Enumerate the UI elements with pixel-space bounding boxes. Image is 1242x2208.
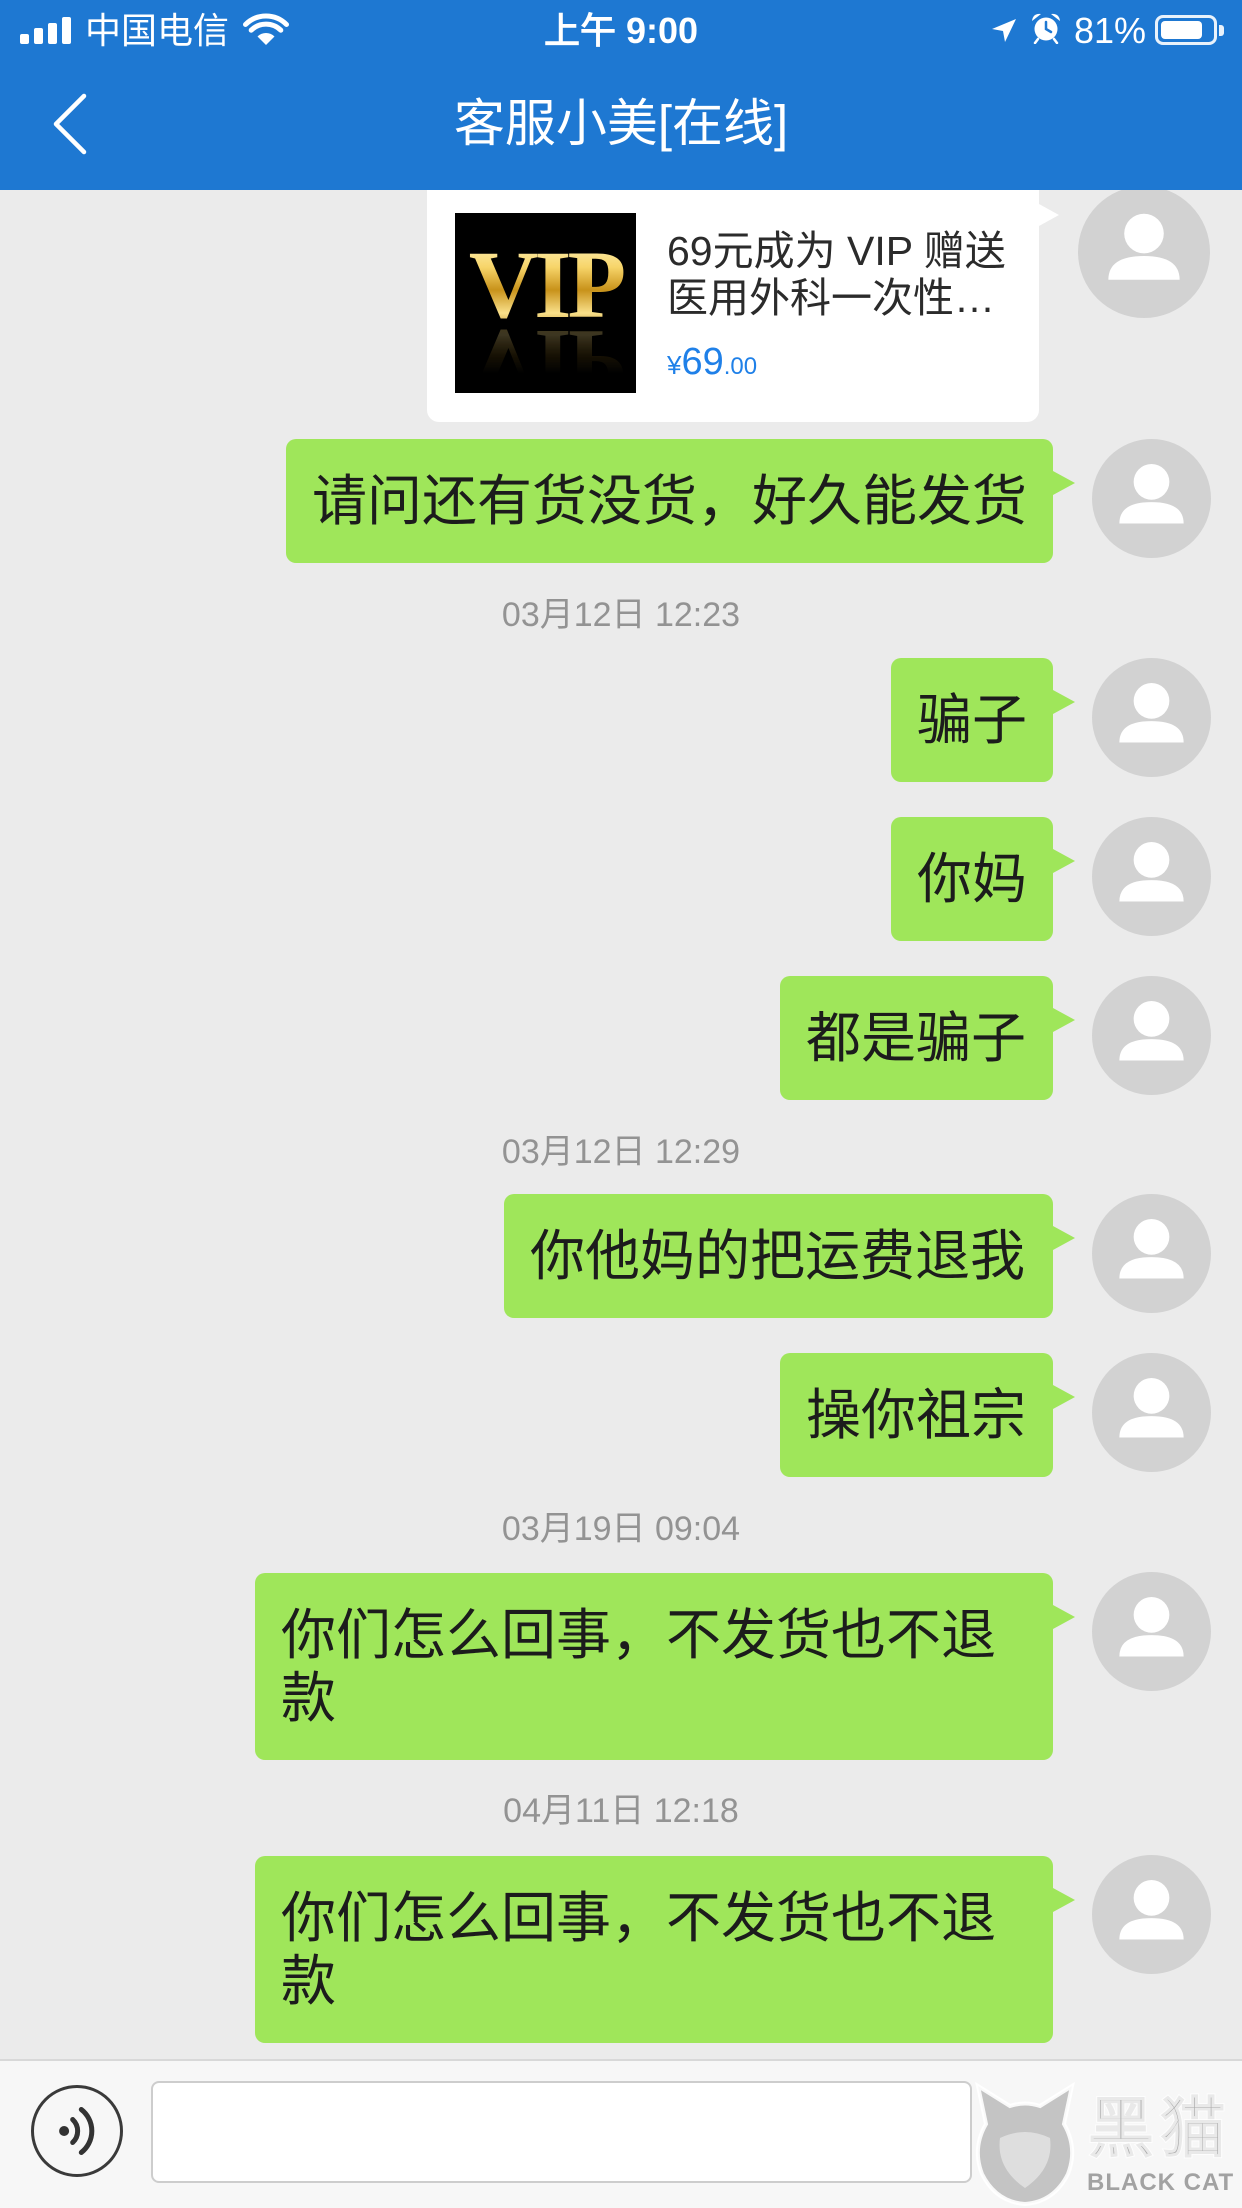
avatar[interactable] — [1092, 1855, 1211, 1974]
message-timestamp: 03月12日 12:23 — [501, 596, 741, 634]
chat-screen: 中国电信 上午 9:00 81% 客服小美[在线] VIP 69元成为 VIP … — [0, 0, 1242, 2208]
voice-button[interactable] — [31, 2085, 123, 2177]
avatar[interactable] — [1092, 1194, 1211, 1313]
person-icon — [1119, 1596, 1184, 1657]
avatar[interactable] — [1092, 1572, 1211, 1691]
message-bubble: 你妈 — [891, 817, 1075, 941]
person-icon — [1108, 213, 1180, 280]
watermark-brand-cn: 黑猫 — [1087, 2091, 1232, 2165]
voice-icon — [59, 2106, 95, 2156]
avatar[interactable] — [1078, 186, 1210, 318]
avatar[interactable] — [1092, 658, 1211, 777]
message-bubble: 骗子 — [891, 658, 1075, 782]
person-icon — [1119, 841, 1184, 902]
alarm-clock-icon — [1031, 12, 1061, 45]
person-icon — [1119, 1377, 1184, 1438]
battery-nub — [1219, 25, 1224, 36]
page-title: 客服小美[在线] — [453, 95, 789, 152]
message-bubble: 请问还有货没货，好久能发货 — [286, 439, 1075, 563]
person-icon — [1119, 682, 1184, 743]
message-bubble: 你们怎么回事，不发货也不退款 — [255, 1856, 1075, 2043]
nav-bar: 中国电信 上午 9:00 81% 客服小美[在线] — [0, 0, 1242, 190]
message-timestamp: 03月12日 12:29 — [501, 1133, 741, 1171]
price-currency: ¥ — [667, 350, 682, 380]
avatar[interactable] — [1092, 817, 1211, 936]
price-integer: 69 — [681, 341, 724, 383]
message-timestamp: 03月19日 09:04 — [501, 1510, 741, 1548]
person-icon — [1119, 1000, 1184, 1061]
price-decimal: .00 — [723, 353, 758, 380]
message-bubble: 你们怎么回事，不发货也不退款 — [255, 1573, 1075, 1760]
watermark-brand-en: BLACK CAT — [1087, 2169, 1235, 2196]
person-icon — [1119, 1879, 1184, 1940]
product-title-line-1: 69元成为 VIP 赠送 — [667, 228, 1006, 274]
message-timestamp: 04月11日 12:18 — [503, 1792, 739, 1830]
avatar[interactable] — [1092, 439, 1211, 558]
product-card[interactable]: VIP 69元成为 VIP 赠送 医用外科一次性… ¥69.00 — [427, 172, 1059, 422]
message-input[interactable] — [151, 2081, 972, 2183]
product-image: VIP — [455, 213, 636, 393]
battery-icon — [1155, 15, 1217, 45]
avatar[interactable] — [1092, 976, 1211, 1095]
product-image-vip-logo: VIP — [455, 235, 636, 335]
person-icon — [1119, 463, 1184, 524]
battery-percent: 81% — [1074, 10, 1147, 51]
avatar[interactable] — [1092, 1353, 1211, 1472]
message-bubble: 都是骗子 — [780, 976, 1075, 1100]
message-bubble: 操你祖宗 — [780, 1353, 1075, 1477]
person-icon — [1119, 1218, 1184, 1279]
product-price: ¥69.00 — [667, 340, 757, 392]
location-arrow-icon — [990, 17, 1018, 43]
product-title-line-2: 医用外科一次性… — [667, 275, 995, 321]
cat-head-icon — [966, 2076, 1084, 2208]
battery-level — [1161, 21, 1202, 39]
message-bubble: 你他妈的把运费退我 — [504, 1194, 1075, 1318]
